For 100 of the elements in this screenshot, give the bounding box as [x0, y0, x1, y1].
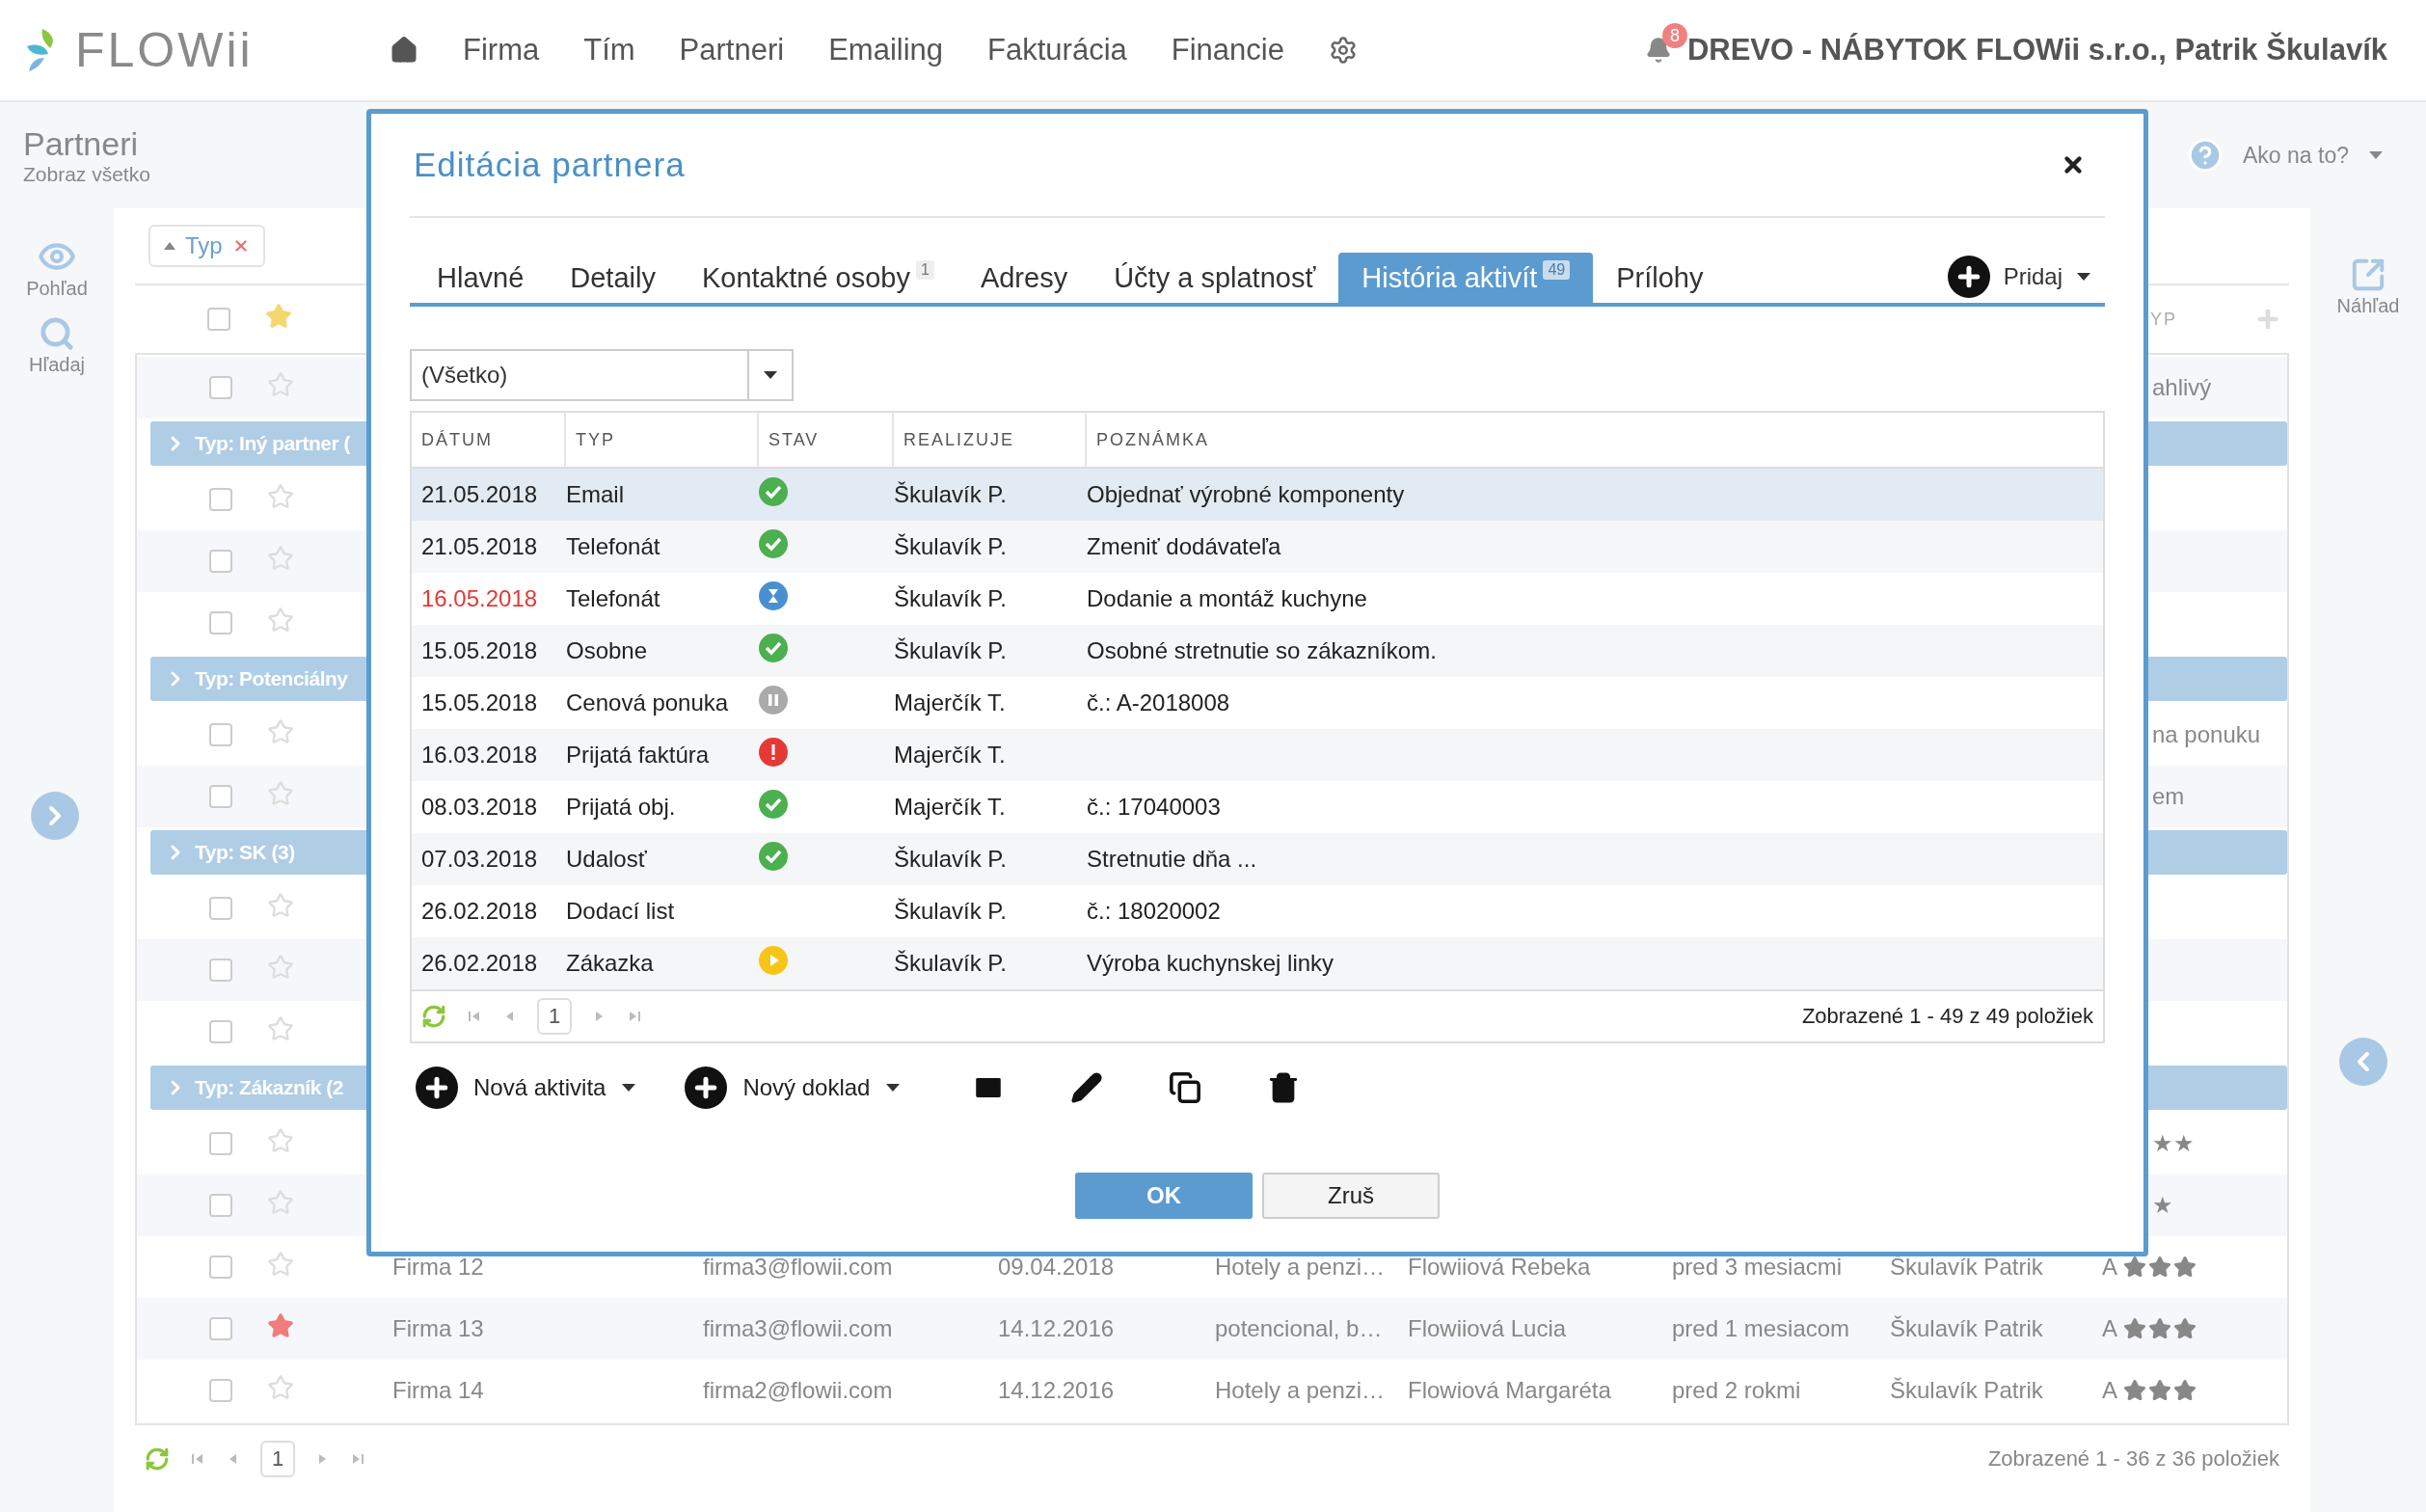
search-icon — [39, 315, 75, 352]
table-cell: na ponuku — [2152, 721, 2261, 748]
table-cell-text: 14.12.2016 — [998, 1377, 1116, 1404]
column-header[interactable]: REALIZUJE — [894, 413, 1087, 467]
tab[interactable]: Adresy — [957, 253, 1092, 303]
row-checkbox[interactable] — [209, 550, 232, 573]
column-header[interactable]: POZNÁMKA — [1087, 413, 2103, 467]
row-checkbox[interactable] — [209, 488, 232, 511]
table-cell-text: Firma 13 — [392, 1315, 485, 1342]
star-icon[interactable] — [267, 1189, 294, 1216]
tab[interactable]: Prílohy — [1593, 253, 1727, 303]
bell-icon[interactable] — [1644, 37, 1672, 64]
table-cell-text: firma3@flowii.com — [703, 1254, 894, 1281]
row-checkbox[interactable] — [209, 897, 232, 920]
row-checkbox[interactable] — [209, 376, 232, 399]
last-page-icon[interactable] — [628, 1009, 642, 1024]
nav-link[interactable]: Fakturácia — [987, 33, 1127, 68]
table-cell-text: Hotely a penzi… — [1215, 1377, 1387, 1404]
table-cell-text: Prijatá faktúra — [566, 742, 711, 769]
table-cell-text: Dodací list — [566, 898, 676, 925]
star-icon[interactable] — [265, 303, 292, 330]
star-icon[interactable] — [267, 483, 294, 510]
new-item-button[interactable]: Nový doklad — [685, 1066, 902, 1109]
last-page-icon[interactable] — [351, 1451, 365, 1467]
table-cell-text: Osobne — [566, 637, 649, 664]
add-button[interactable]: Pridaj — [1947, 256, 2105, 304]
nav-link[interactable]: Firma — [463, 33, 540, 68]
refresh-icon[interactable] — [145, 1446, 170, 1472]
star-icon[interactable] — [267, 1127, 294, 1154]
account-name[interactable]: DREVO - NÁBYTOK FLOWii s.r.o., Patrik Škulavík — [1686, 33, 2387, 68]
row-checkbox[interactable] — [209, 1194, 232, 1217]
row-checkbox[interactable] — [209, 611, 232, 634]
tab[interactable]: Detaily — [547, 253, 679, 303]
star-icon[interactable] — [267, 718, 294, 745]
page-title: Partneri — [23, 124, 140, 163]
new-item-button[interactable]: Nová aktivita — [416, 1066, 637, 1109]
row-checkbox[interactable] — [209, 1379, 232, 1402]
filter-dropdown[interactable]: (Všetko) — [410, 349, 794, 401]
table-cell-text: Škulavík Patrik — [1890, 1315, 2044, 1342]
refresh-icon[interactable] — [421, 1004, 446, 1029]
tab-badge: 49 — [1543, 260, 1571, 280]
star-icon[interactable] — [267, 607, 294, 634]
collapse-button[interactable] — [2339, 1038, 2387, 1086]
row-checkbox[interactable] — [209, 1317, 232, 1340]
star-icon[interactable] — [267, 1251, 294, 1278]
table-cell-text: pred 2 rokmi — [1672, 1377, 1802, 1404]
star-icon[interactable] — [267, 780, 294, 807]
star-icon[interactable] — [267, 1374, 294, 1401]
table-cell-text: Udalosť — [566, 846, 648, 873]
pager-summary: Zobrazené 1 - 36 z 36 položiek — [1987, 1446, 2280, 1472]
nav-link[interactable]: Tím — [583, 33, 635, 68]
plus-icon — [1947, 256, 1990, 298]
dialog-title: Editácia partnera — [414, 146, 686, 184]
column-header[interactable]: TYP — [566, 413, 759, 467]
table-cell-text: Telefonát — [566, 585, 661, 612]
plus-icon — [685, 1066, 728, 1109]
home-icon[interactable] — [390, 36, 418, 65]
row-checkbox[interactable] — [209, 1132, 232, 1155]
row-checkbox[interactable] — [209, 723, 232, 746]
row-checkbox[interactable] — [209, 785, 232, 808]
settings-icon[interactable] — [1328, 36, 1358, 65]
star-icon[interactable] — [267, 1015, 294, 1042]
select-all-checkbox[interactable] — [207, 308, 230, 331]
table-cell-text: Flowiová Margaréta — [1408, 1377, 1612, 1404]
caret-icon — [2076, 272, 2091, 282]
table-cell-text: Telefonát — [566, 533, 661, 560]
nav-link[interactable]: Emailing — [828, 33, 944, 68]
table-cell-text: Zmeniť dodávateľa — [1087, 533, 1282, 560]
table-cell-text: Cenová ponuka — [566, 689, 730, 716]
table-cell-text: firma2@flowii.com — [703, 1377, 894, 1404]
row-checkbox[interactable] — [209, 1020, 232, 1043]
page-number[interactable]: 1 — [537, 998, 573, 1035]
column-header[interactable]: STAV — [759, 413, 894, 467]
cancel-button[interactable]: Zruš — [1262, 1173, 1440, 1219]
date-cell-text: 26.02.2018 — [421, 950, 539, 977]
caret-icon — [885, 1083, 902, 1093]
nav-link[interactable]: Partneri — [679, 33, 785, 68]
table-cell-text: Firma 14 — [392, 1377, 485, 1404]
star-icon[interactable] — [267, 371, 294, 398]
notification-badge: 8 — [1661, 23, 1687, 48]
nav-link[interactable]: Financie — [1171, 33, 1284, 68]
rating-grade: A — [2102, 1377, 2117, 1404]
star-icon[interactable] — [267, 545, 294, 572]
help-icon[interactable] — [2187, 137, 2224, 174]
table-cell-text: Flowiiová Rebeka — [1408, 1254, 1592, 1281]
star-icon[interactable] — [267, 892, 294, 919]
expand-button[interactable] — [31, 792, 79, 840]
row-checkbox[interactable] — [209, 1256, 232, 1279]
row-checkbox[interactable] — [209, 958, 232, 982]
page-number[interactable]: 1 — [260, 1441, 296, 1477]
table-cell-text: Zákazka — [566, 950, 655, 977]
table-cell-text: potencional, b… — [1215, 1315, 1384, 1342]
tab[interactable]: Hlavné — [414, 253, 548, 303]
first-page-icon[interactable] — [468, 1009, 481, 1024]
first-page-icon[interactable] — [191, 1451, 204, 1467]
tab[interactable]: Kontaktné osoby 1 — [678, 253, 957, 303]
star-icon[interactable] — [267, 954, 294, 981]
tab[interactable]: Účty a splatnosť — [1091, 253, 1339, 303]
column-header[interactable]: DÁTUM — [412, 413, 566, 467]
star-icon[interactable] — [267, 1312, 294, 1339]
